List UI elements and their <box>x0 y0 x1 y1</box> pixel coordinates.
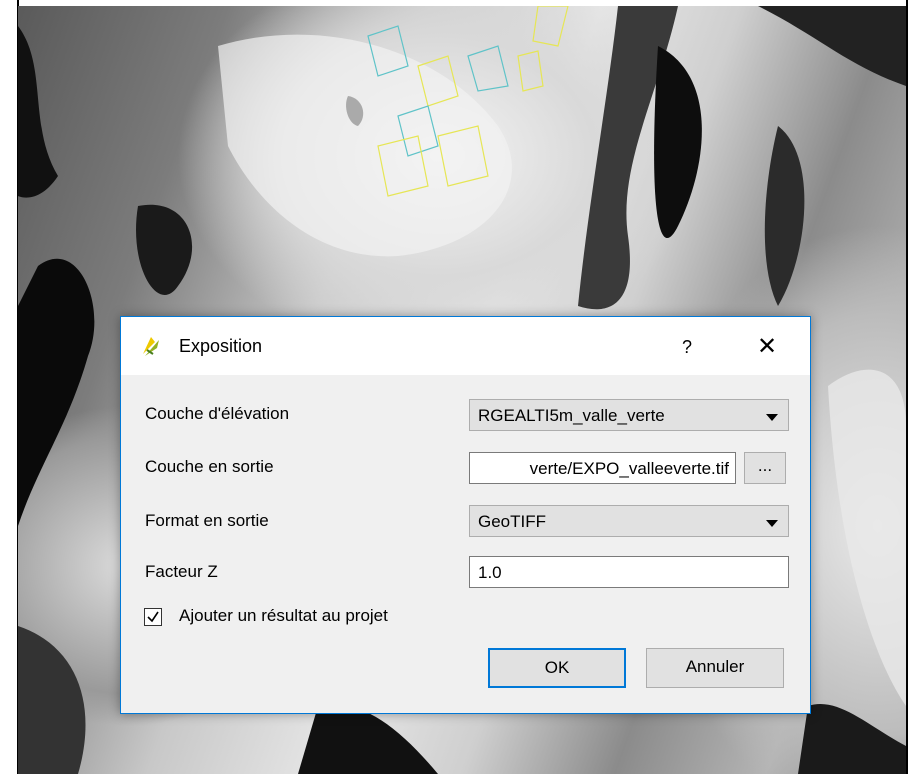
zfactor-input[interactable]: 1.0 <box>469 556 789 588</box>
output-format-label: Format en sortie <box>145 511 269 530</box>
chevron-down-icon <box>766 414 778 421</box>
output-format-combo[interactable]: GeoTIFF <box>469 505 789 537</box>
chevron-down-icon <box>766 520 778 527</box>
output-format-value: GeoTIFF <box>478 512 547 531</box>
output-layer-label: Couche en sortie <box>145 457 274 476</box>
close-button[interactable]: ✕ <box>747 329 787 365</box>
zfactor-label: Facteur Z <box>145 562 218 581</box>
frame-right-border <box>906 0 908 774</box>
output-layer-value: verte/EXPO_valleeverte.tif <box>529 459 729 478</box>
elevation-layer-label: Couche d'élévation <box>145 404 290 423</box>
add-to-project-checkbox[interactable] <box>144 608 162 626</box>
browse-button[interactable]: ... <box>744 452 786 484</box>
elevation-layer-combo[interactable]: RGEALTI5m_valle_verte <box>469 399 789 431</box>
ok-button[interactable]: OK <box>488 648 626 688</box>
help-button[interactable]: ? <box>667 329 707 365</box>
zfactor-value: 1.0 <box>478 563 502 582</box>
cancel-button[interactable]: Annuler <box>646 648 784 688</box>
add-to-project-label[interactable]: Ajouter un résultat au projet <box>179 606 388 626</box>
exposition-dialog: Exposition ? ✕ Couche d'élévation RGEALT… <box>120 316 811 714</box>
qgis-logo-icon <box>139 334 163 358</box>
output-layer-input[interactable]: verte/EXPO_valleeverte.tif <box>469 452 736 484</box>
dialog-titlebar[interactable]: Exposition ? ✕ <box>121 317 810 375</box>
elevation-layer-value: RGEALTI5m_valle_verte <box>478 406 665 425</box>
dialog-title: Exposition <box>179 336 263 356</box>
checkmark-icon <box>147 611 159 623</box>
